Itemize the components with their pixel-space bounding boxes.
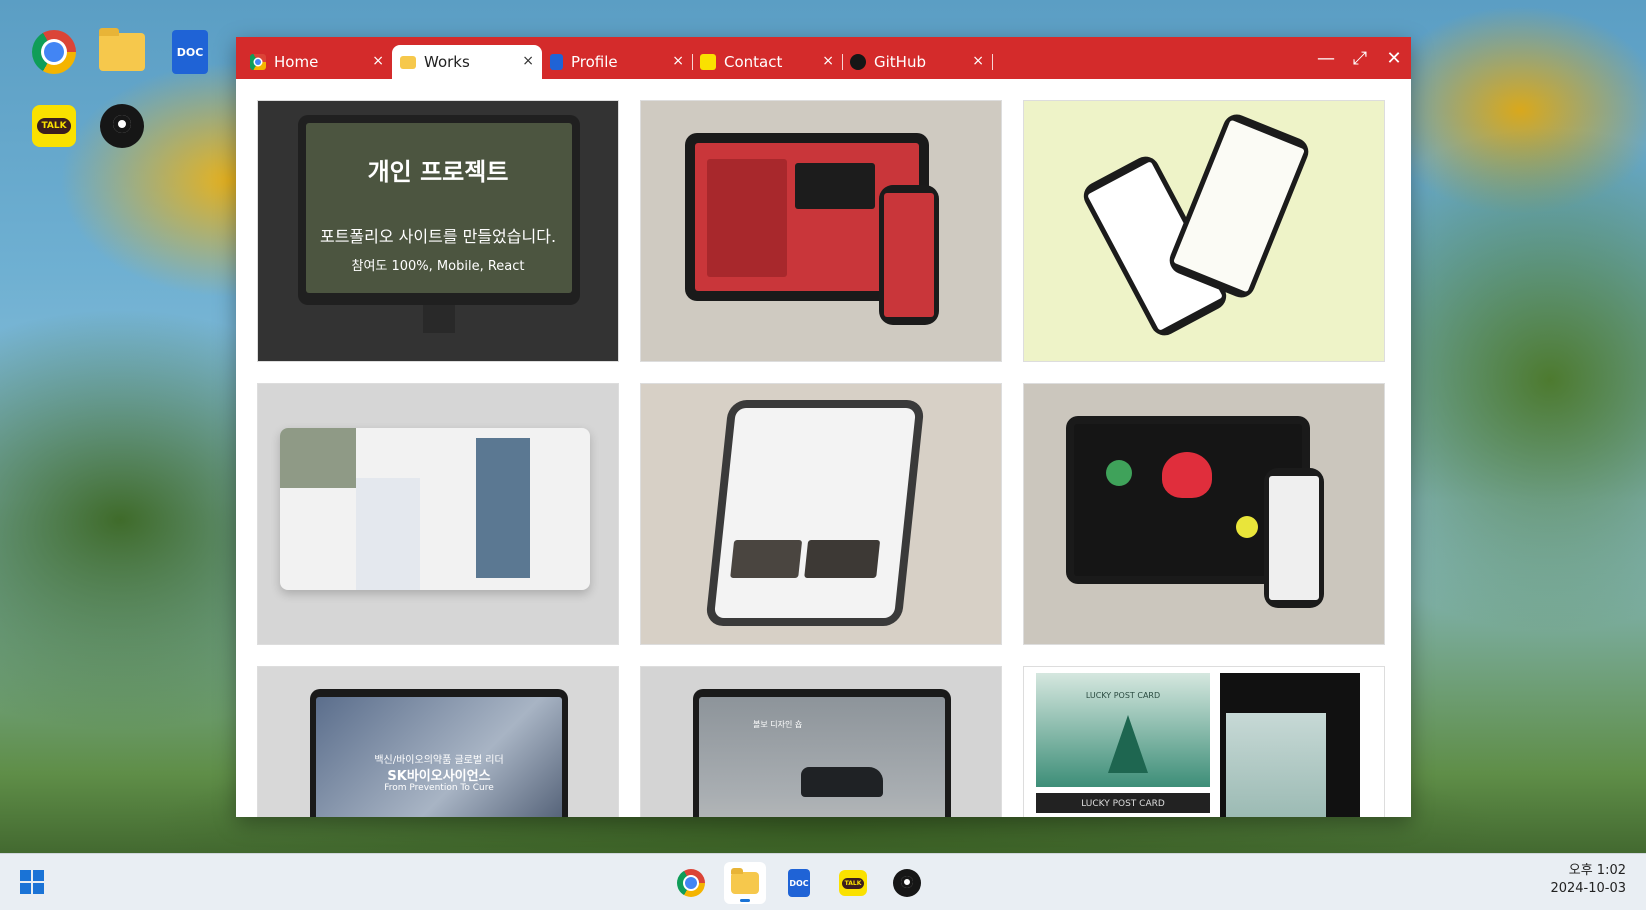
postcard-label: LUCKY POST CARD [1085,691,1161,700]
postcard-label: LUCKY POST CARD [1081,799,1165,809]
doc-icon[interactable]: DOC [778,862,820,904]
phone-mockup [1264,468,1324,608]
chrome-icon[interactable] [670,862,712,904]
work-card-pokemon[interactable] [640,100,1002,362]
tab-label: Profile [571,53,618,71]
github-icon [850,54,866,70]
work-card-personal-project[interactable]: 개인 프로젝트 포트폴리오 사이트를 만들었습니다. 참여도 100%, Mob… [257,100,619,362]
taskbar-apps: DOC TALK [670,862,928,904]
tab-home[interactable]: Home × [242,45,392,79]
folder-icon [400,55,416,69]
maximize-icon[interactable]: ⤢ [1343,41,1377,75]
github-icon[interactable] [98,102,146,150]
work-card-hiv-campaign[interactable] [1023,383,1385,645]
card-subtitle: 참여도 100%, Mobile, React [351,259,525,274]
tab-label: Contact [724,53,783,71]
doc-icon[interactable]: DOC [166,28,214,76]
kakaotalk-icon[interactable]: TALK [30,102,78,150]
tab-works[interactable]: Works × [392,45,542,79]
works-window: Home × Works × Profile × Contact × GitHu… [236,37,1411,817]
doc-icon-label: DOC [172,30,208,74]
works-content: 개인 프로젝트 포트폴리오 사이트를 만들었습니다. 참여도 100%, Mob… [236,79,1411,817]
poster-image [1220,673,1360,817]
tab-github[interactable]: GitHub × [842,45,993,79]
minimize-icon[interactable]: — [1309,41,1343,75]
tab-label: Home [274,53,319,71]
kakaotalk-icon-label: TALK [37,118,71,134]
card-title: SK바이오사이언스 [387,769,491,784]
kakaotalk-icon-label: TALK [841,877,865,889]
tablet-mockup [705,400,925,626]
tab-label: GitHub [874,53,926,71]
card-headline: 볼보 디자인 숍 [753,720,803,729]
system-clock[interactable]: 오후 1:02 2024-10-03 [1550,862,1626,898]
card-headline: 백신/바이오의약품 글로벌 리더 [374,755,504,766]
tab-contact[interactable]: Contact × [692,45,843,79]
chrome-icon[interactable] [30,28,78,76]
card-title: 개인 프로젝트 [367,158,509,186]
work-card-volvo-tablet[interactable] [640,383,1002,645]
work-card-sk-bioscience[interactable]: 백신/바이오의약품 글로벌 리더 SK바이오사이언스 From Preventi… [257,666,619,817]
works-grid: 개인 프로젝트 포트폴리오 사이트를 만들었습니다. 참여도 100%, Mob… [257,100,1411,817]
tab-label: Works [424,53,470,71]
clock-date: 2024-10-03 [1550,881,1626,896]
postcard-image: LUCKY POST CARD [1036,673,1210,787]
tab-close-icon[interactable]: × [972,53,984,69]
laptop-mockup: 볼보 디자인 숍 [693,689,951,817]
postcard-footer: LUCKY POST CARD [1036,793,1210,813]
folder-icon[interactable] [98,28,146,76]
github-icon[interactable] [886,862,928,904]
folder-icon[interactable] [724,862,766,904]
windows-start-icon[interactable] [20,870,44,894]
tab-close-icon[interactable]: × [822,53,834,69]
laptop-mockup: 백신/바이오의약품 글로벌 리더 SK바이오사이언스 From Preventi… [310,689,568,817]
card-description: 포트폴리오 사이트를 만들었습니다. [319,227,557,246]
card-subtitle: From Prevention To Cure [384,783,494,793]
window-controls: — ⤢ ✕ [1309,37,1411,79]
tab-close-icon[interactable]: × [522,53,534,69]
tab-close-icon[interactable]: × [672,53,684,69]
work-card-volvo-app[interactable] [257,383,619,645]
tab-close-icon[interactable]: × [372,53,384,69]
doc-icon [550,54,563,70]
app-screens-mockup [280,428,590,590]
clock-time: 오후 1:02 [1568,863,1626,878]
card-overlay: 개인 프로젝트 포트폴리오 사이트를 만들었습니다. 참여도 100%, Mob… [258,101,618,361]
phone-mockup [1165,110,1313,302]
tab-separator [992,54,993,70]
tab-profile[interactable]: Profile × [542,45,693,79]
doc-icon-label: DOC [788,869,810,897]
work-card-mobile-app[interactable] [1023,100,1385,362]
kakaotalk-icon [700,54,716,70]
close-icon[interactable]: ✕ [1377,41,1411,75]
taskbar: DOC TALK 오후 1:02 2024-10-03 [0,853,1646,910]
title-bar: Home × Works × Profile × Contact × GitHu… [236,37,1411,79]
chrome-icon [250,54,266,70]
work-card-lucky-post-card[interactable]: LUCKY POST CARD LUCKY POST CARD [1023,666,1385,817]
work-card-volvo-design-shop[interactable]: 볼보 디자인 숍 [640,666,1002,817]
kakaotalk-icon[interactable]: TALK [832,862,874,904]
phone-mockup [879,185,939,325]
